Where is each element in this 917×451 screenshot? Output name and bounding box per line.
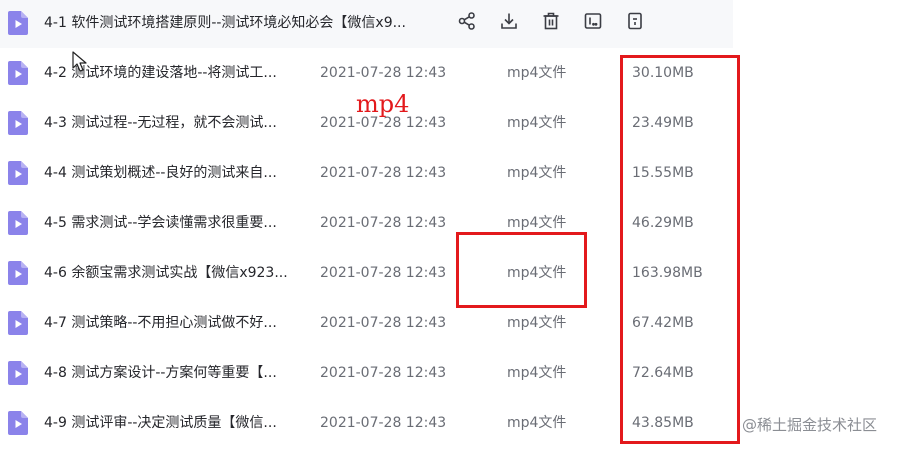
file-row[interactable]: 4-8 测试方案设计--方案何等重要【... 2021-07-28 12:43 …: [0, 348, 917, 398]
video-file-icon: [8, 11, 28, 35]
file-name[interactable]: 4-7 测试策略--不用担心测试做不好...: [44, 298, 277, 348]
more-icon[interactable]: [624, 10, 646, 32]
file-name[interactable]: 4-6 余额宝需求测试实战【微信x923...: [44, 248, 288, 298]
file-date: 2021-07-28 12:43: [320, 165, 447, 181]
annotation-text: mp4: [356, 90, 410, 118]
file-row[interactable]: 4-6 余额宝需求测试实战【微信x923... 2021-07-28 12:43…: [0, 248, 917, 298]
file-size: 23.49MB: [632, 115, 694, 131]
file-size: 30.10MB: [632, 65, 694, 81]
video-file-icon: [8, 261, 28, 285]
download-icon[interactable]: [498, 10, 520, 32]
file-type: mp4文件: [507, 315, 567, 331]
file-date: 2021-07-28 12:43: [320, 215, 447, 231]
file-list-page: 4-1 软件测试环境搭建原则--测试环境必知必会【微信x9... 4-2 测试环…: [0, 0, 917, 451]
video-file-icon: [8, 211, 28, 235]
watermark: @稀土掘金技术社区: [742, 416, 878, 434]
file-type: mp4文件: [507, 115, 567, 131]
video-file-icon: [8, 111, 28, 135]
file-type: mp4文件: [507, 65, 567, 81]
file-row[interactable]: 4-3 测试过程--无过程，就不会测试... 2021-07-28 12:43 …: [0, 98, 917, 148]
video-file-icon: [8, 411, 28, 435]
file-row[interactable]: 4-1 软件测试环境搭建原则--测试环境必知必会【微信x9...: [0, 0, 733, 48]
file-name[interactable]: 4-1 软件测试环境搭建原则--测试环境必知必会【微信x9...: [44, 0, 406, 48]
file-date: 2021-07-28 12:43: [320, 265, 447, 281]
file-row[interactable]: 4-2 测试环境的建设落地--将测试工... 2021-07-28 12:43 …: [0, 48, 917, 98]
file-name[interactable]: 4-3 测试过程--无过程，就不会测试...: [44, 98, 277, 148]
file-size: 72.64MB: [632, 365, 694, 381]
file-date: 2021-07-28 12:43: [320, 415, 447, 431]
file-type: mp4文件: [507, 365, 567, 381]
file-name[interactable]: 4-8 测试方案设计--方案何等重要【...: [44, 348, 277, 398]
file-size: 163.98MB: [632, 265, 703, 281]
row-actions: [456, 8, 666, 34]
video-file-icon: [8, 161, 28, 185]
file-type: mp4文件: [507, 415, 567, 431]
file-size: 15.55MB: [632, 165, 694, 181]
file-size: 43.85MB: [632, 415, 694, 431]
file-date: 2021-07-28 12:43: [320, 315, 447, 331]
file-row[interactable]: 4-4 测试策划概述--良好的测试来自... 2021-07-28 12:43 …: [0, 148, 917, 198]
file-name[interactable]: 4-9 测试评审--决定测试质量【微信...: [44, 398, 277, 448]
file-name[interactable]: 4-5 需求测试--学会读懂需求很重要...: [44, 198, 277, 248]
mouse-cursor-icon: [72, 51, 87, 72]
video-file-icon: [8, 361, 28, 385]
file-name[interactable]: 4-4 测试策划概述--良好的测试来自...: [44, 148, 277, 198]
file-size: 46.29MB: [632, 215, 694, 231]
file-row[interactable]: 4-5 需求测试--学会读懂需求很重要... 2021-07-28 12:43 …: [0, 198, 917, 248]
share-icon[interactable]: [456, 10, 478, 32]
delete-icon[interactable]: [540, 10, 562, 32]
file-type: mp4文件: [507, 215, 567, 231]
rename-icon[interactable]: [582, 10, 604, 32]
file-date: 2021-07-28 12:43: [320, 365, 447, 381]
video-file-icon: [8, 311, 28, 335]
file-size: 67.42MB: [632, 315, 694, 331]
video-file-icon: [8, 61, 28, 85]
file-type: mp4文件: [507, 165, 567, 181]
file-type: mp4文件: [507, 265, 567, 281]
file-row[interactable]: 4-7 测试策略--不用担心测试做不好... 2021-07-28 12:43 …: [0, 298, 917, 348]
